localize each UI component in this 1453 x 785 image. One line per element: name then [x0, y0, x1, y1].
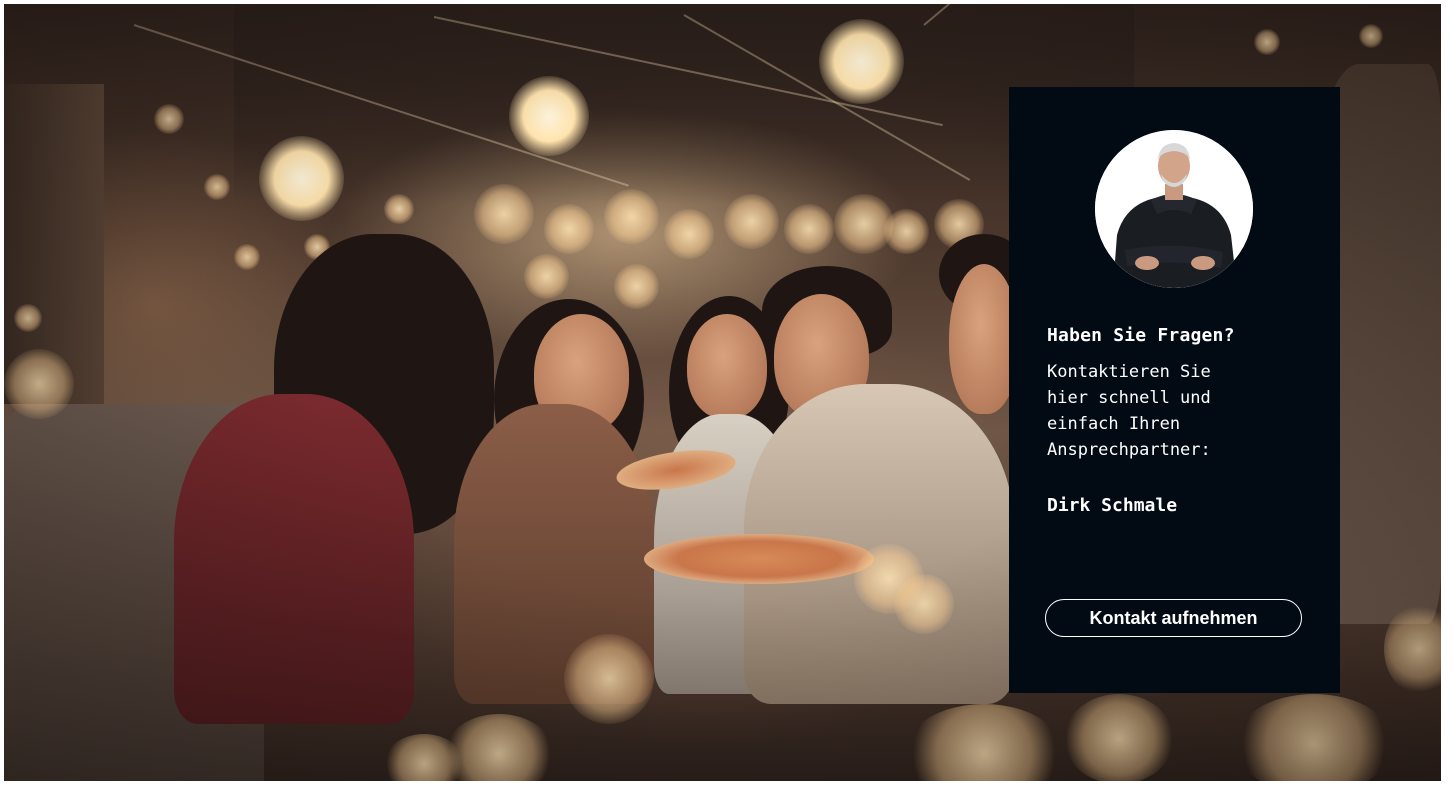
contact-card: Haben Sie Fragen? Kontaktieren Sie hier … — [1009, 87, 1340, 693]
contact-button[interactable]: Kontakt aufnehmen — [1045, 599, 1302, 637]
contact-person-name: Dirk Schmale — [1047, 495, 1178, 516]
person-avatar — [1095, 130, 1253, 288]
card-description: Kontaktieren Sie hier schnell und einfac… — [1047, 362, 1211, 460]
person-avatar-icon — [1095, 130, 1253, 288]
card-heading: Haben Sie Fragen? — [1047, 325, 1235, 346]
